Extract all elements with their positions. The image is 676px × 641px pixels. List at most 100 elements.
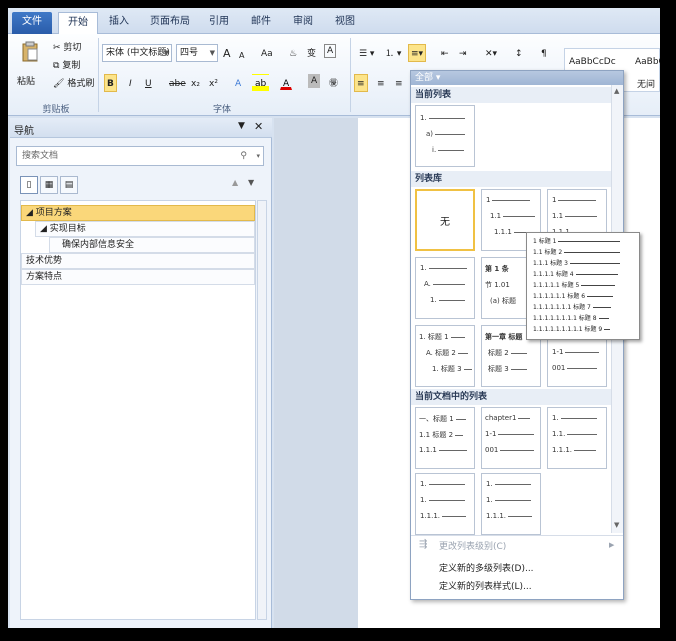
font-group-label: 字体 — [212, 105, 231, 115]
font-name-combo[interactable]: 宋体 (中文标题) ▼ — [102, 44, 172, 62]
headings-view-icon[interactable]: ▯ — [20, 176, 38, 194]
thumb-level: 1. — [486, 480, 493, 488]
outline-item[interactable]: 方案特点 — [21, 269, 255, 285]
thumb-level: 标题 3 — [488, 365, 509, 373]
outline-item[interactable]: 技术优势 — [21, 253, 255, 269]
sort-icon[interactable]: ↕ — [512, 44, 526, 62]
chevron-up-icon[interactable]: ▲ — [614, 87, 619, 95]
search-icon[interactable]: ⚲ — [240, 147, 247, 165]
list-thumbnail-none[interactable]: 无 — [415, 189, 475, 251]
thumb-level: 1.1.1. — [486, 512, 507, 520]
show-marks-icon[interactable]: ¶ — [538, 44, 550, 62]
list-thumbnail[interactable]: 1. 1. 1.1.1. — [481, 473, 541, 535]
preview-line: 1.1.1 标题 3 — [533, 260, 568, 267]
clipboard-group-label: 剪贴板 — [42, 105, 70, 115]
preview-line: 1.1.1.1.1.1 标题 6 — [533, 293, 586, 300]
chevron-up-icon[interactable]: ▲ — [232, 178, 238, 187]
outline-item[interactable]: ◢ 项目方案 — [21, 205, 255, 221]
style-no-spacing[interactable]: AaBbC — [635, 57, 660, 67]
thumb-level: 1. 标题 3 — [432, 365, 462, 373]
list-thumbnail[interactable]: 1. 1. 1.1.1. — [415, 473, 475, 535]
tab-file[interactable]: 文件 — [12, 12, 52, 34]
chevron-down-icon[interactable]: ▼ — [238, 121, 245, 131]
tab-review[interactable]: 审阅 — [286, 12, 320, 34]
copy-button[interactable]: ⧉ 复制 — [50, 56, 83, 74]
search-placeholder: 搜索文档 — [22, 151, 59, 161]
shrink-font-button[interactable]: A — [236, 46, 247, 64]
close-icon[interactable]: ✕ — [254, 120, 263, 133]
decrease-indent-icon[interactable]: ⇤ — [438, 44, 452, 62]
change-list-level-item[interactable]: 更改列表级别(C) — [439, 539, 506, 555]
grow-font-button[interactable]: A — [220, 44, 234, 62]
italic-button[interactable]: I — [126, 74, 135, 92]
increase-indent-icon[interactable]: ⇥ — [456, 44, 470, 62]
tab-insert[interactable]: 插入 — [102, 12, 136, 34]
tab-home[interactable]: 开始 — [58, 12, 98, 34]
underline-button[interactable]: U — [142, 74, 155, 92]
ribbon-tab-bar: 文件 开始 插入 页面布局 引用 邮件 审阅 视图 — [8, 8, 660, 34]
list-thumbnail[interactable]: 1. 1.1. 1.1.1. — [547, 407, 607, 469]
cut-button[interactable]: ✂ 剪切 — [50, 38, 84, 56]
char-shading-icon[interactable]: A — [308, 74, 321, 88]
tab-page-layout[interactable]: 页面布局 — [142, 12, 198, 34]
bold-button[interactable]: B — [104, 74, 117, 92]
thumb-level: 1-1 — [485, 430, 497, 438]
clear-format-icon[interactable]: ♨ — [286, 44, 300, 62]
chevron-down-icon[interactable]: ▾ — [256, 147, 260, 165]
list-thumbnail[interactable]: 一、标题 1 1.1 标题 2 1.1.1 — [415, 407, 475, 469]
tab-view[interactable]: 视图 — [328, 12, 362, 34]
define-list-style-item[interactable]: 定义新的列表样式(L)... — [439, 579, 532, 595]
paste-label: 粘贴 — [17, 77, 36, 87]
thumb-level: 1 — [486, 196, 491, 204]
gallery-filter[interactable]: 全部 ▾ — [411, 71, 623, 85]
change-case-button[interactable]: Aa — [258, 44, 276, 62]
font-size-value: 四号 — [180, 48, 199, 58]
thumb-level: 1. — [486, 496, 493, 504]
text-effects-icon[interactable]: A — [232, 74, 244, 92]
highlight-icon[interactable]: ab — [252, 74, 270, 92]
subscript-button[interactable]: x₂ — [188, 74, 203, 92]
align-center-icon[interactable]: ≡ — [374, 74, 388, 92]
font-size-combo[interactable]: 四号 ▼ — [176, 44, 218, 62]
numbering-icon[interactable]: ⒈ ▾ — [382, 44, 404, 62]
chevron-down-icon[interactable]: ▼ — [614, 521, 619, 529]
style-normal[interactable]: AaBbCcDc — [569, 57, 616, 67]
outline-item[interactable]: 确保内部信息安全 — [49, 237, 255, 253]
word-window: 文件 开始 插入 页面布局 引用 邮件 审阅 视图 粘贴 ✂ 剪切 ⧉ 复制 🖌… — [8, 8, 660, 628]
collapse-triangle-icon[interactable]: ◢ — [26, 208, 33, 218]
chinese-layout-icon[interactable]: ✕▾ — [482, 44, 500, 62]
thumb-level: 1. — [420, 480, 427, 488]
strikethrough-button[interactable]: abe — [166, 74, 189, 92]
phonetic-guide-icon[interactable]: 变 — [304, 44, 319, 62]
search-input[interactable]: 搜索文档 ⚲ ▾ — [16, 146, 264, 166]
align-left-icon[interactable]: ≡ — [354, 74, 368, 92]
list-thumbnail[interactable]: chapter1 1-1 001 — [481, 407, 541, 469]
char-border-icon[interactable]: A — [324, 44, 337, 58]
multilevel-list-button[interactable]: ≡▾ — [408, 44, 427, 62]
collapse-triangle-icon[interactable]: ◢ — [40, 224, 47, 234]
section-list-library: 列表库 — [411, 171, 611, 187]
thumb-level: 001 — [552, 364, 566, 372]
tab-mailings[interactable]: 邮件 — [244, 12, 278, 34]
section-lists-in-document: 当前文档中的列表 — [411, 389, 611, 405]
list-thumbnail-current[interactable]: 1. a) i. — [415, 105, 475, 167]
chevron-down-icon[interactable]: ▼ — [248, 178, 254, 187]
superscript-button[interactable]: x² — [206, 74, 221, 92]
nav-scrollbar[interactable] — [257, 200, 267, 620]
results-view-icon[interactable]: ▤ — [60, 176, 78, 194]
thumb-level: a) — [426, 130, 434, 138]
outline-item[interactable]: ◢ 实现目标 — [35, 221, 255, 237]
define-multilevel-list-item[interactable]: 定义新的多级列表(D)... — [439, 561, 534, 577]
list-thumbnail[interactable]: 1. A. 1. — [415, 257, 475, 319]
enclose-char-icon[interactable]: ㊝ — [326, 74, 341, 92]
align-right-icon[interactable]: ≡ — [392, 74, 406, 92]
format-painter-button[interactable]: 🖌 格式刷 — [50, 74, 97, 92]
font-name-value: 宋体 (中文标题) — [106, 48, 170, 58]
bullets-icon[interactable]: ☰ ▾ — [356, 44, 377, 62]
chevron-down-icon: ▼ — [209, 49, 215, 57]
pages-view-icon[interactable]: ▦ — [40, 176, 58, 194]
list-thumbnail[interactable]: 1. 标题 1 A. 标题 2 1. 标题 3 — [415, 325, 475, 387]
outline-item-label: 实现目标 — [49, 224, 86, 234]
tab-references[interactable]: 引用 — [202, 12, 236, 34]
font-color-icon[interactable]: A — [280, 74, 293, 90]
